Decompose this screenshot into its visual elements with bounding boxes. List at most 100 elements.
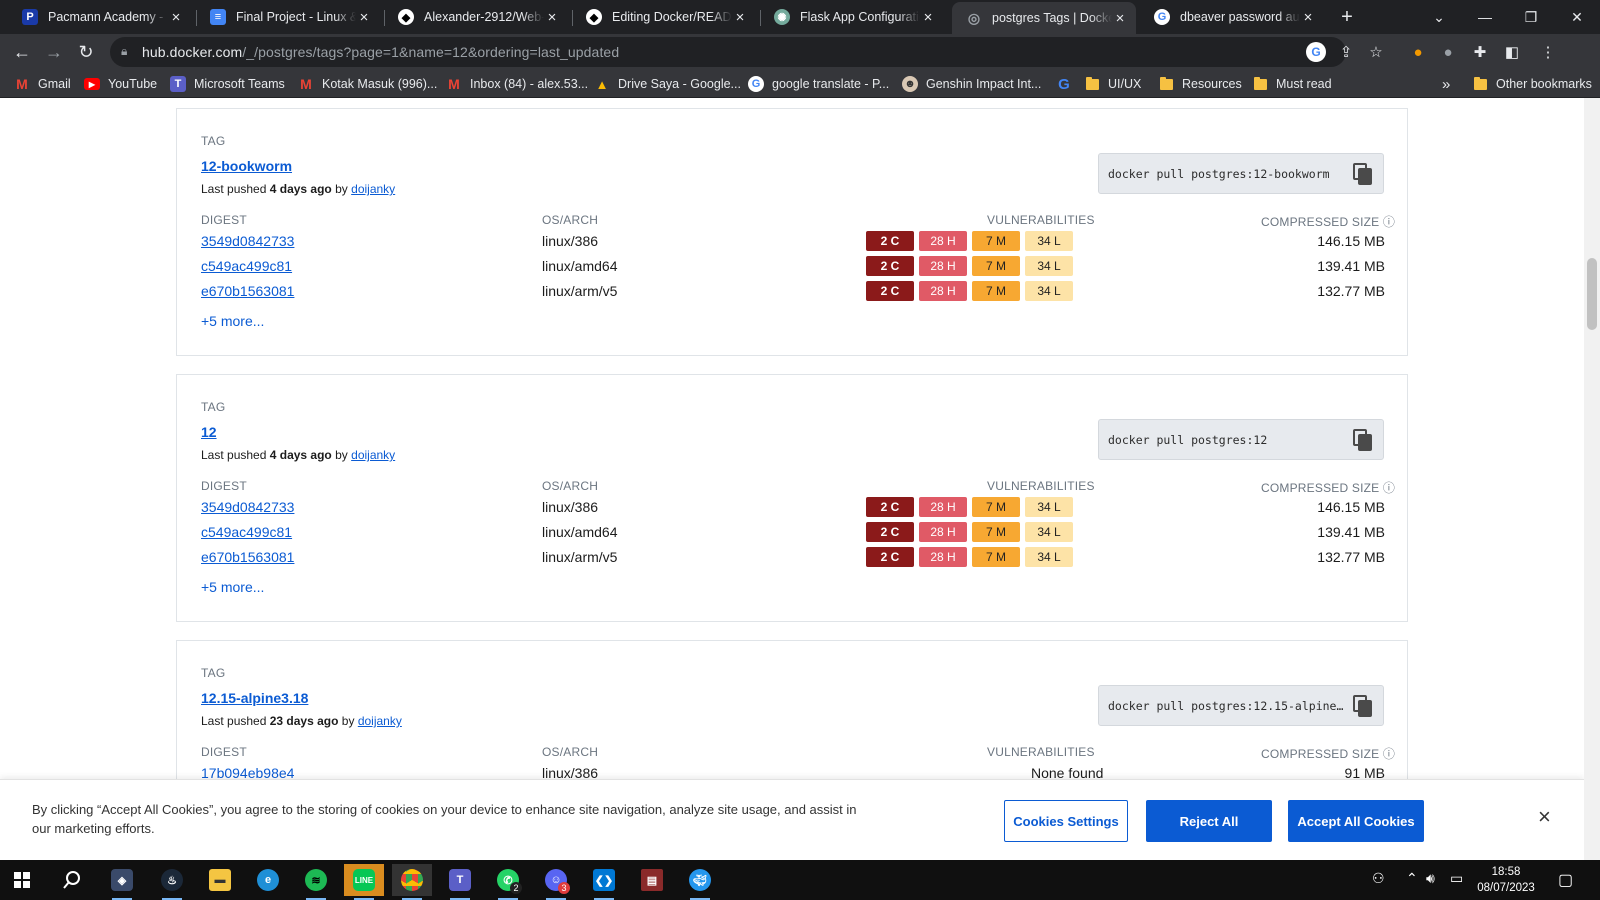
taskbar-app[interactable]: ≋	[296, 864, 336, 900]
system-clock[interactable]: 18:58 08/07/2023	[1470, 864, 1542, 896]
address-bar[interactable]: 🔒︎ hub.docker.com/_/postgres/tags?page=1…	[110, 37, 1383, 67]
bookmark-youtube[interactable]: ▶ YouTube	[84, 74, 157, 94]
extension-icon[interactable]: ●	[1438, 42, 1458, 62]
info-icon[interactable]: ⓘ	[1383, 481, 1395, 495]
more-digests-link[interactable]: +5 more...	[201, 579, 264, 595]
tab-dbeaver[interactable]: G dbeaver password authentication ×	[1140, 0, 1324, 34]
low-badge[interactable]: 34 L	[1025, 547, 1073, 567]
volume-icon[interactable]: 🔊︎	[1426, 870, 1435, 887]
bookmark-inbox[interactable]: M Inbox (84) - alex.53...	[446, 74, 588, 94]
more-bookmarks-icon[interactable]: »	[1442, 74, 1450, 94]
start-button[interactable]	[2, 864, 42, 896]
close-tab-icon[interactable]: ×	[1300, 9, 1316, 26]
bookmark-gmail[interactable]: M Gmail	[14, 74, 71, 94]
network-icon[interactable]: ▭	[1450, 870, 1463, 887]
close-window-icon[interactable]: ✕	[1554, 0, 1600, 34]
close-icon[interactable]: ×	[1538, 804, 1551, 830]
tag-name-link[interactable]: 12-bookworm	[201, 158, 292, 174]
low-badge[interactable]: 34 L	[1025, 497, 1073, 517]
restore-icon[interactable]: ❐	[1508, 0, 1554, 34]
menu-icon[interactable]: ⋮	[1538, 42, 1558, 62]
show-hidden-icons-icon[interactable]: ⌃	[1406, 870, 1418, 887]
reload-icon[interactable]: ↻	[72, 38, 100, 66]
medium-badge[interactable]: 7 M	[972, 256, 1020, 276]
accept-all-cookies-button[interactable]: Accept All Cookies	[1288, 800, 1424, 842]
low-badge[interactable]: 34 L	[1025, 281, 1073, 301]
high-badge[interactable]: 28 H	[919, 256, 967, 276]
close-tab-icon[interactable]: ×	[168, 9, 184, 26]
taskbar-app[interactable]: 🐳︎	[680, 864, 720, 900]
tag-name-link[interactable]: 12.15-alpine3.18	[201, 690, 308, 706]
cookies-settings-button[interactable]: Cookies Settings	[1004, 800, 1128, 842]
taskbar-app[interactable]: ▬	[200, 864, 240, 896]
search-button[interactable]	[52, 864, 92, 896]
medium-badge[interactable]: 7 M	[972, 231, 1020, 251]
taskbar-app[interactable]: ◈	[102, 864, 142, 900]
medium-badge[interactable]: 7 M	[972, 547, 1020, 567]
extension-icon[interactable]: ●	[1408, 42, 1428, 62]
taskbar-app[interactable]: ♨	[152, 864, 192, 900]
critical-badge[interactable]: 2 C	[866, 522, 914, 542]
user-link[interactable]: doijanky	[358, 714, 402, 728]
reject-all-button[interactable]: Reject All	[1146, 800, 1272, 842]
taskbar-app[interactable]: ❮❯	[584, 864, 624, 900]
tab-github-repo[interactable]: ◆ Alexander-2912/Web-Development ×	[384, 0, 568, 34]
bookmark-star-icon[interactable]: ☆	[1366, 42, 1386, 62]
low-badge[interactable]: 34 L	[1025, 522, 1073, 542]
medium-badge[interactable]: 7 M	[972, 281, 1020, 301]
minimize-icon[interactable]: —	[1462, 0, 1508, 34]
critical-badge[interactable]: 2 C	[866, 231, 914, 251]
bookmark-google-translate[interactable]: Ggoogle translate - P...	[748, 74, 889, 94]
info-icon[interactable]: ⓘ	[1383, 747, 1395, 761]
taskbar-app[interactable]: ☺ 3	[536, 864, 576, 900]
digest-link[interactable]: 3549d0842733	[201, 233, 294, 249]
tab-final-project[interactable]: ≡ Final Project - Linux & Cloud ×	[196, 0, 380, 34]
close-tab-icon[interactable]: ×	[356, 9, 372, 26]
people-icon[interactable]: ⚇	[1372, 870, 1385, 887]
more-digests-link[interactable]: +5 more...	[201, 313, 264, 329]
bookmark-drive[interactable]: ▲ Drive Saya - Google...	[594, 74, 741, 94]
high-badge[interactable]: 28 H	[919, 231, 967, 251]
medium-badge[interactable]: 7 M	[972, 497, 1020, 517]
digest-link[interactable]: e670b1563081	[201, 549, 294, 565]
low-badge[interactable]: 34 L	[1025, 256, 1073, 276]
bookmark-g[interactable]: G	[1056, 74, 1080, 94]
medium-badge[interactable]: 7 M	[972, 522, 1020, 542]
close-tab-icon[interactable]: ×	[920, 9, 936, 26]
user-link[interactable]: doijanky	[351, 448, 395, 462]
lock-icon[interactable]: 🔒︎	[121, 44, 127, 59]
page-scrollbar[interactable]	[1584, 98, 1600, 860]
critical-badge[interactable]: 2 C	[866, 497, 914, 517]
bookmark-folder-uiux[interactable]: UI/UX	[1086, 74, 1141, 94]
digest-link[interactable]: c549ac499c81	[201, 258, 292, 274]
side-panel-icon[interactable]: ◧	[1502, 42, 1522, 62]
taskbar-app[interactable]: T	[440, 864, 480, 900]
pull-command[interactable]: docker pull postgres:12-bookworm	[1108, 167, 1346, 181]
tab-github-editing[interactable]: ◆ Editing Docker/README.md ×	[572, 0, 756, 34]
digest-link[interactable]: e670b1563081	[201, 283, 294, 299]
critical-badge[interactable]: 2 C	[866, 256, 914, 276]
taskbar-app[interactable]: LINE	[344, 864, 384, 900]
bookmark-folder-resources[interactable]: Resources	[1160, 74, 1242, 94]
url-text[interactable]: hub.docker.com/_/postgres/tags?page=1&na…	[142, 44, 619, 60]
close-tab-icon[interactable]: ×	[544, 9, 560, 26]
bookmark-kotak-masuk[interactable]: M Kotak Masuk (996)...	[298, 74, 437, 94]
taskbar-app[interactable]: ▤	[632, 864, 672, 896]
close-tab-icon[interactable]: ×	[732, 9, 748, 26]
digest-link[interactable]: c549ac499c81	[201, 524, 292, 540]
new-tab-button[interactable]: +	[1330, 0, 1364, 34]
info-icon[interactable]: ⓘ	[1383, 215, 1395, 229]
user-link[interactable]: doijanky	[351, 182, 395, 196]
taskbar-app[interactable]: e	[248, 864, 288, 896]
close-tab-icon[interactable]: ×	[1112, 10, 1128, 27]
share-icon[interactable]: ⇪	[1336, 42, 1356, 62]
tab-search-icon[interactable]: ⌄	[1416, 0, 1462, 34]
high-badge[interactable]: 28 H	[919, 497, 967, 517]
tab-flask[interactable]: ✺ Flask App Configuration ×	[760, 0, 944, 34]
bookmark-folder-must-read[interactable]: Must read	[1254, 74, 1332, 94]
tab-pacmann[interactable]: P Pacmann Academy - Kelas ×	[8, 0, 192, 34]
pull-command[interactable]: docker pull postgres:12.15-alpine3.18	[1108, 699, 1346, 713]
tab-docker-hub[interactable]: ◎ postgres Tags | Docker Hub ×	[952, 2, 1136, 34]
copy-icon[interactable]	[1353, 163, 1375, 185]
tag-name-link[interactable]: 12	[201, 424, 217, 440]
